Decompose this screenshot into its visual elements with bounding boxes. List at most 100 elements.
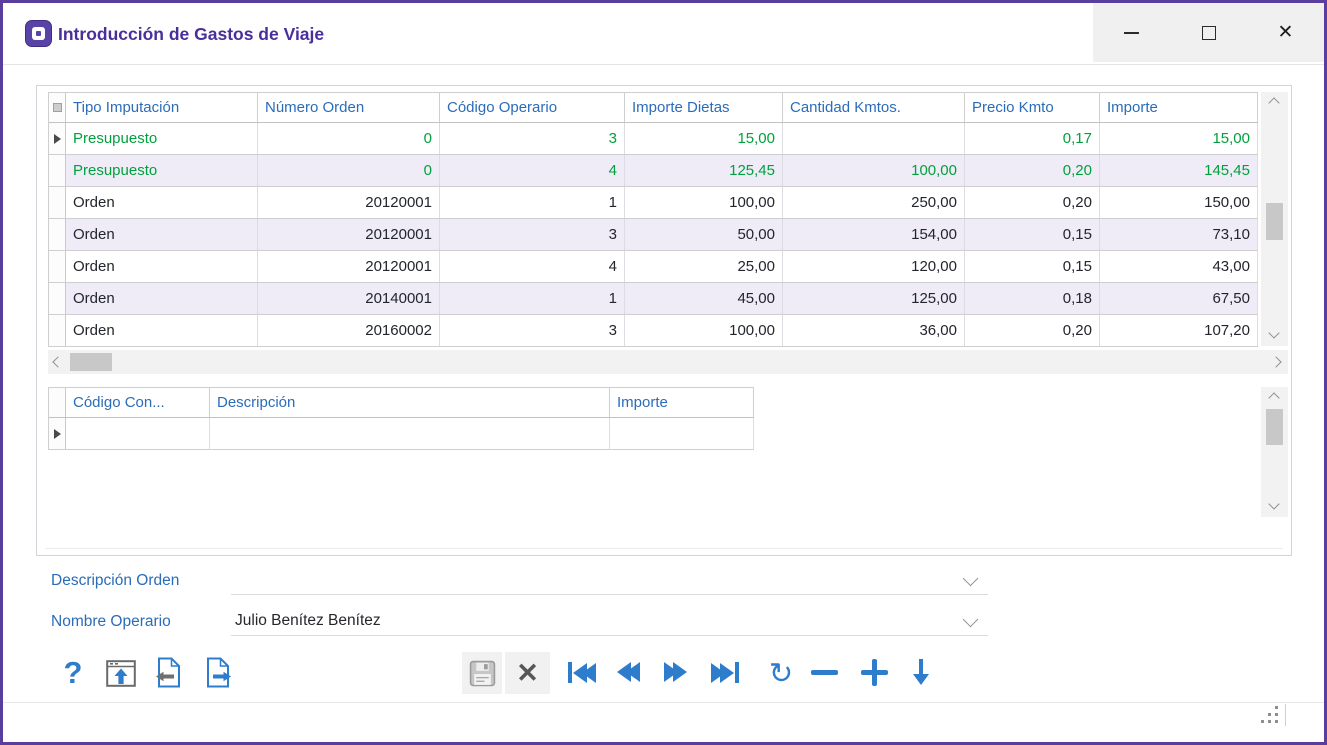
grid-cell[interactable]: Orden bbox=[66, 251, 258, 282]
column-header[interactable]: Código Con... bbox=[66, 388, 210, 417]
scroll-left-icon[interactable] bbox=[52, 356, 63, 367]
grid-cell[interactable]: 150,00 bbox=[1100, 187, 1258, 218]
grid-cell[interactable]: 4 bbox=[440, 155, 625, 186]
column-selector-button[interactable] bbox=[49, 93, 66, 122]
grid-cell[interactable]: 4 bbox=[440, 251, 625, 282]
minimize-button[interactable] bbox=[1093, 3, 1170, 62]
grid-cell[interactable]: 1 bbox=[440, 283, 625, 314]
grid-cell[interactable]: 67,50 bbox=[1100, 283, 1258, 314]
row-selector[interactable] bbox=[49, 123, 66, 154]
grid-cell[interactable]: 0 bbox=[258, 155, 440, 186]
grid-cell[interactable]: 20120001 bbox=[258, 219, 440, 250]
grid-cell[interactable] bbox=[210, 418, 610, 449]
insert-record-button[interactable] bbox=[861, 659, 888, 686]
vscroll-thumb[interactable] bbox=[1266, 203, 1283, 240]
concepts-grid-vscrollbar[interactable] bbox=[1261, 387, 1288, 517]
grid-cell[interactable]: 20120001 bbox=[258, 187, 440, 218]
grid-cell[interactable]: 15,00 bbox=[625, 123, 783, 154]
grid-cell[interactable] bbox=[783, 123, 965, 154]
scroll-up-icon[interactable] bbox=[1268, 97, 1279, 108]
grid-cell[interactable]: 0 bbox=[258, 123, 440, 154]
last-record-button[interactable] bbox=[711, 662, 739, 683]
chevron-down-icon[interactable] bbox=[963, 612, 979, 628]
grid-cell[interactable]: 3 bbox=[440, 219, 625, 250]
grid-cell[interactable]: Orden bbox=[66, 283, 258, 314]
grid-cell[interactable]: 0,20 bbox=[965, 187, 1100, 218]
column-header[interactable]: Importe bbox=[610, 388, 754, 417]
scroll-up-icon[interactable] bbox=[1268, 392, 1279, 403]
window-upload-button[interactable] bbox=[105, 659, 137, 687]
grid-cell[interactable]: 107,20 bbox=[1100, 315, 1258, 346]
hscroll-thumb[interactable] bbox=[70, 353, 112, 371]
next-record-button[interactable] bbox=[664, 662, 687, 682]
column-header[interactable]: Número Orden bbox=[258, 93, 440, 122]
grid-cell[interactable]: Orden bbox=[66, 219, 258, 250]
column-header[interactable]: Importe Dietas bbox=[625, 93, 783, 122]
grid-cell[interactable]: Orden bbox=[66, 315, 258, 346]
grid-cell[interactable]: 20140001 bbox=[258, 283, 440, 314]
grid-cell[interactable]: 25,00 bbox=[625, 251, 783, 282]
grid-cell[interactable]: 0,15 bbox=[965, 219, 1100, 250]
refresh-button[interactable]: ↻ bbox=[765, 654, 797, 692]
column-header[interactable]: Precio Kmto bbox=[965, 93, 1100, 122]
grid-cell[interactable]: 250,00 bbox=[783, 187, 965, 218]
scroll-down-icon[interactable] bbox=[1268, 498, 1279, 509]
grid-cell[interactable]: 0,20 bbox=[965, 315, 1100, 346]
row-selector[interactable] bbox=[49, 418, 66, 449]
expenses-grid-hscrollbar[interactable] bbox=[48, 350, 1288, 374]
grid-cell[interactable]: 3 bbox=[440, 315, 625, 346]
grid-cell[interactable]: 20160002 bbox=[258, 315, 440, 346]
grid-cell[interactable]: 0,20 bbox=[965, 155, 1100, 186]
chevron-down-icon[interactable] bbox=[963, 571, 979, 587]
scroll-down-icon[interactable] bbox=[1268, 327, 1279, 338]
grid-cell[interactable]: Presupuesto bbox=[66, 155, 258, 186]
close-button[interactable]: ✕ bbox=[1247, 3, 1324, 62]
row-selector[interactable] bbox=[49, 187, 66, 218]
document-export-button[interactable] bbox=[203, 655, 233, 689]
cancel-button[interactable]: ✕ bbox=[505, 652, 550, 694]
column-header[interactable]: Descripción bbox=[210, 388, 610, 417]
grid-cell[interactable]: 154,00 bbox=[783, 219, 965, 250]
delete-record-button[interactable] bbox=[811, 670, 838, 675]
column-header[interactable]: Código Operario bbox=[440, 93, 625, 122]
row-selector[interactable] bbox=[49, 155, 66, 186]
grid-cell[interactable]: 36,00 bbox=[783, 315, 965, 346]
row-selector[interactable] bbox=[49, 283, 66, 314]
grid-cell[interactable]: 43,00 bbox=[1100, 251, 1258, 282]
row-selector[interactable] bbox=[49, 251, 66, 282]
maximize-button[interactable] bbox=[1170, 3, 1247, 62]
resize-grip[interactable] bbox=[1261, 706, 1287, 726]
grid-cell[interactable]: 15,00 bbox=[1100, 123, 1258, 154]
grid-cell[interactable]: 1 bbox=[440, 187, 625, 218]
grid-cell[interactable]: 100,00 bbox=[625, 315, 783, 346]
nombre-operario-combo[interactable]: Julio Benítez Benítez bbox=[231, 609, 988, 636]
row-selector[interactable] bbox=[49, 219, 66, 250]
document-import-button[interactable] bbox=[153, 655, 183, 689]
post-record-button[interactable] bbox=[913, 659, 929, 686]
column-header[interactable]: Tipo Imputación bbox=[66, 93, 258, 122]
descripcion-orden-combo[interactable] bbox=[231, 568, 988, 595]
grid-cell[interactable]: 120,00 bbox=[783, 251, 965, 282]
grid-cell[interactable]: 125,45 bbox=[625, 155, 783, 186]
grid-cell[interactable]: 125,00 bbox=[783, 283, 965, 314]
grid-cell[interactable]: Orden bbox=[66, 187, 258, 218]
grid-cell[interactable]: 100,00 bbox=[783, 155, 965, 186]
grid-cell[interactable]: 0,15 bbox=[965, 251, 1100, 282]
grid-cell[interactable]: 145,45 bbox=[1100, 155, 1258, 186]
vscroll-thumb[interactable] bbox=[1266, 409, 1283, 445]
row-selector[interactable] bbox=[49, 315, 66, 346]
grid-cell[interactable]: 45,00 bbox=[625, 283, 783, 314]
first-record-button[interactable] bbox=[568, 662, 596, 683]
expenses-grid-vscrollbar[interactable] bbox=[1261, 92, 1288, 346]
grid-cell[interactable]: 0,18 bbox=[965, 283, 1100, 314]
grid-cell[interactable]: 20120001 bbox=[258, 251, 440, 282]
grid-cell[interactable]: 73,10 bbox=[1100, 219, 1258, 250]
save-button[interactable] bbox=[462, 652, 502, 694]
grid-cell[interactable]: Presupuesto bbox=[66, 123, 258, 154]
grid-cell[interactable]: 100,00 bbox=[625, 187, 783, 218]
column-header[interactable]: Importe bbox=[1100, 93, 1258, 122]
grid-cell[interactable] bbox=[66, 418, 210, 449]
help-button[interactable]: ? bbox=[59, 653, 87, 693]
grid-cell[interactable]: 50,00 bbox=[625, 219, 783, 250]
grid-cell[interactable]: 3 bbox=[440, 123, 625, 154]
